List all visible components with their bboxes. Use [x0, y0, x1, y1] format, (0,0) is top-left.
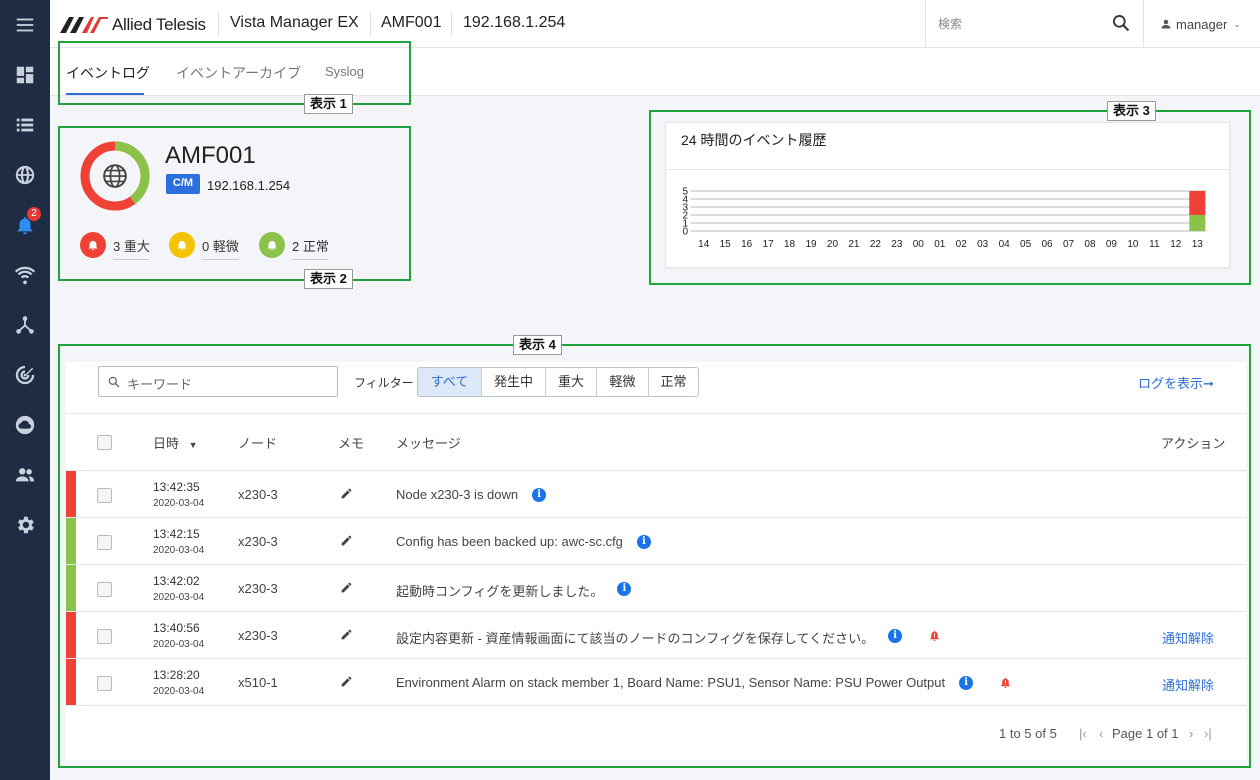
users-icon[interactable]	[0, 455, 50, 495]
menu-icon[interactable]	[0, 5, 50, 45]
divider	[451, 12, 452, 36]
search-icon[interactable]	[1111, 13, 1131, 33]
globe-icon[interactable]	[0, 155, 50, 195]
callout-label-4: 表示 4	[513, 335, 562, 355]
user-menu[interactable]: manager ⌄	[1143, 0, 1260, 48]
chevron-down-icon: ⌄	[1233, 18, 1241, 29]
brand-logo: Allied Telesis	[60, 14, 206, 36]
cloud-icon[interactable]	[0, 405, 50, 445]
callout-label-1: 表示 1	[304, 94, 353, 114]
notification-badge: 2	[27, 207, 41, 221]
callout-label-2: 表示 2	[304, 269, 353, 289]
user-icon	[1161, 19, 1171, 29]
product-title: Vista Manager EX	[230, 14, 359, 31]
callout-frame-3	[649, 110, 1251, 285]
topology-icon[interactable]	[0, 305, 50, 345]
wifi-icon[interactable]	[0, 255, 50, 295]
ip-title: 192.168.1.254	[463, 14, 566, 31]
search-placeholder: 検索	[938, 17, 963, 31]
radar-icon[interactable]	[0, 355, 50, 395]
brand-name: Allied Telesis	[112, 15, 206, 34]
bell-icon[interactable]: 2	[0, 205, 50, 245]
user-name: manager	[1176, 16, 1228, 32]
node-title: AMF001	[381, 14, 442, 31]
divider	[370, 12, 371, 36]
sidebar: 2	[0, 0, 50, 780]
callout-frame-1	[58, 41, 411, 105]
divider	[218, 12, 219, 36]
allied-telesis-logo-icon	[60, 17, 108, 33]
settings-icon[interactable]	[0, 505, 50, 545]
callout-frame-4	[58, 344, 1251, 768]
dashboard-icon[interactable]	[0, 55, 50, 95]
callout-label-3: 表示 3	[1107, 101, 1156, 121]
callout-frame-2	[58, 126, 411, 281]
list-icon[interactable]	[0, 105, 50, 145]
search-input[interactable]: 検索	[925, 0, 1143, 48]
